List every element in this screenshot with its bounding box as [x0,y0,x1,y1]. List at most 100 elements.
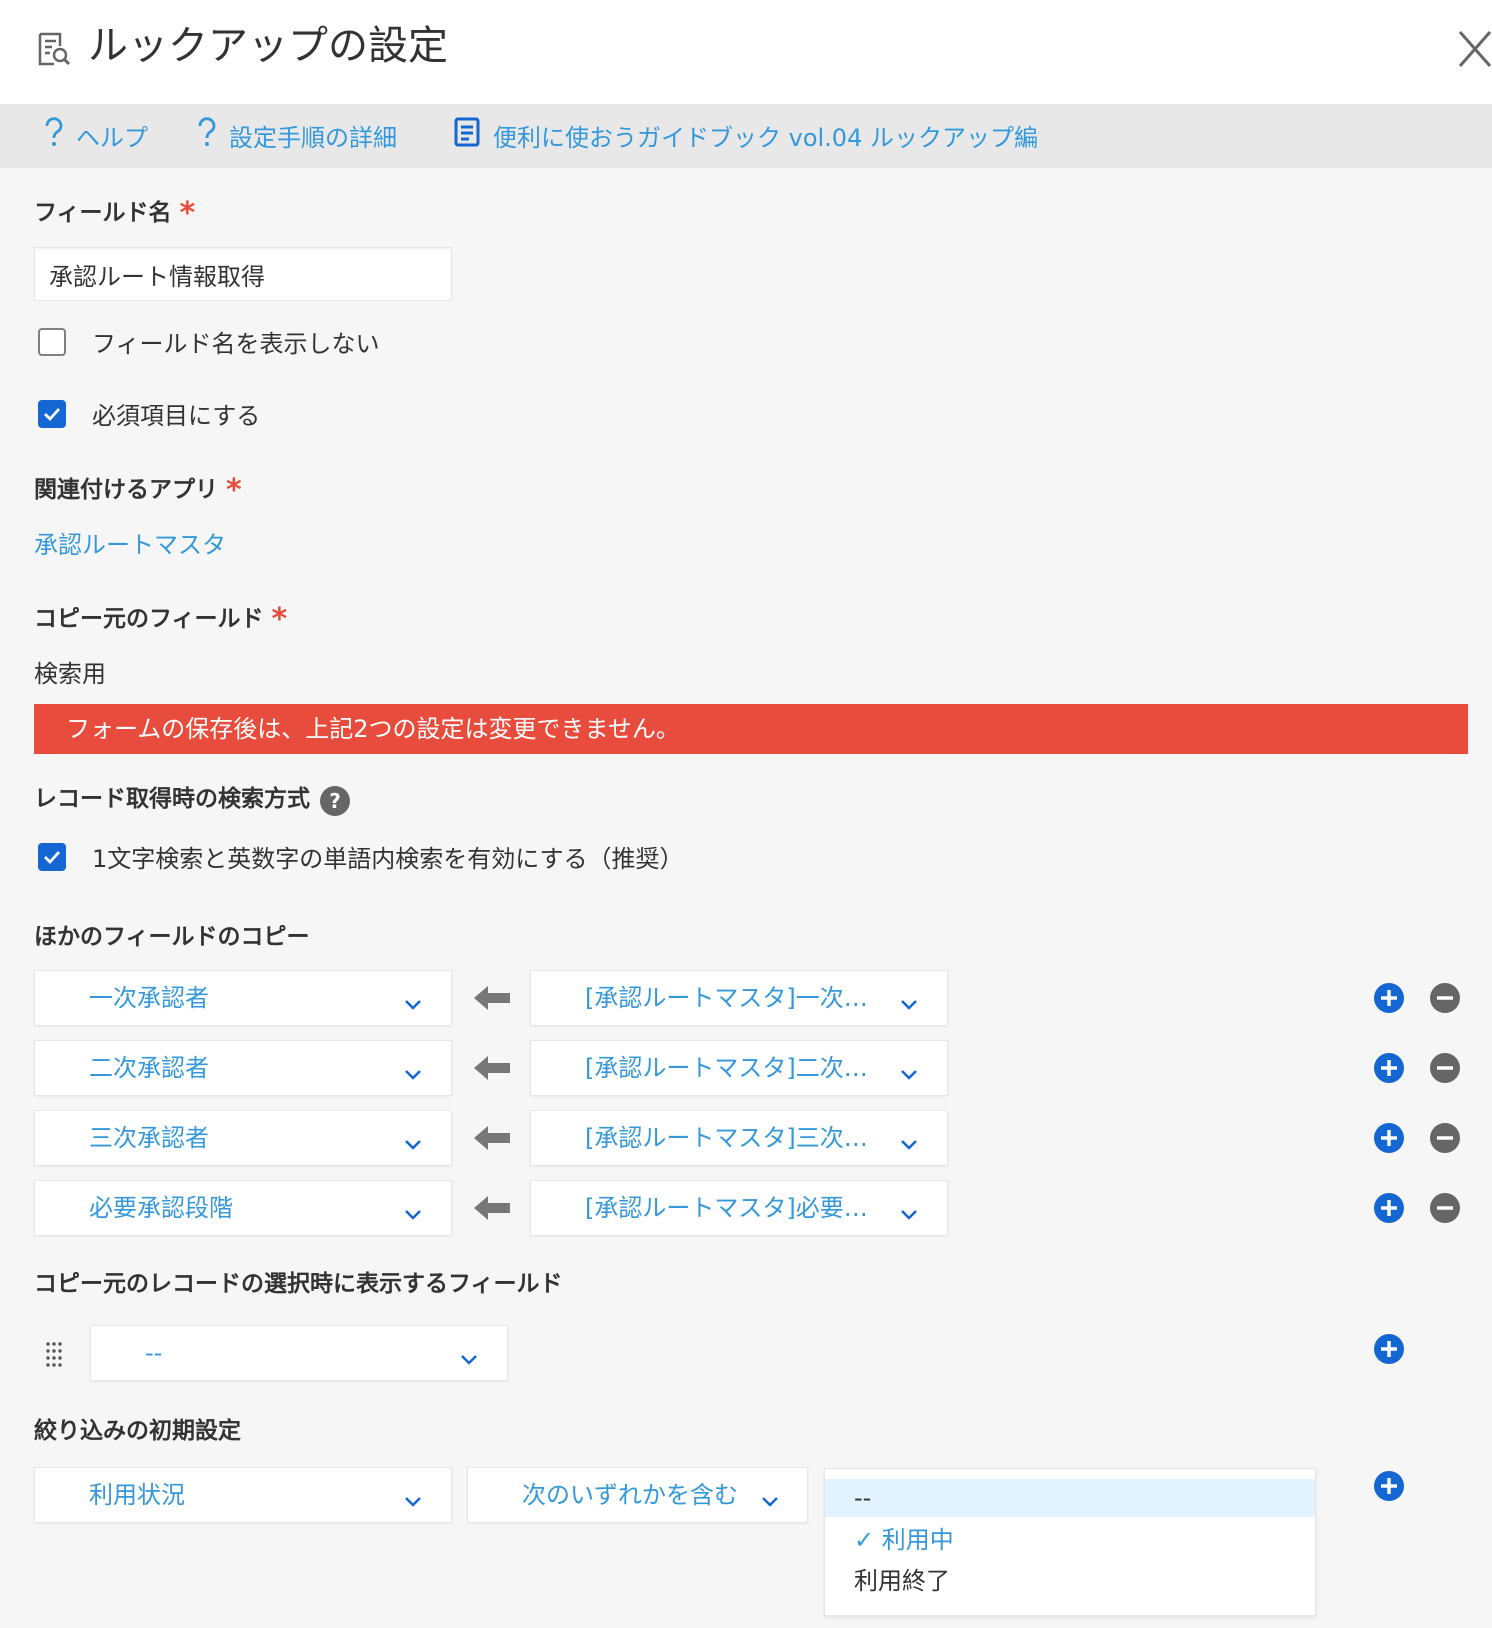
remove-row-button[interactable] [1429,1192,1461,1228]
check-icon [44,850,61,864]
warning-banner: フォームの保存後は、上記2つの設定は変更できません。 [34,704,1468,754]
display-field-select[interactable]: -- [90,1325,508,1381]
copy-source-select[interactable]: [承認ルートマスタ]必要… [530,1180,948,1236]
lookup-settings-icon [36,31,72,71]
copy-target-select[interactable]: 二次承認者 [34,1040,452,1096]
chevron-down-icon [403,1487,423,1515]
chevron-down-icon [403,990,423,1018]
setup-details-link[interactable]: 設定手順の詳細 [197,117,397,153]
search-method-label: レコード取得時の検索方式? [34,779,350,816]
arrow-left-icon [472,1194,512,1226]
option-label: 利用中 [881,1526,954,1554]
help-link-bar: ヘルプ 設定手順の詳細 便利に使おうガイドブック vol.04 ルックアップ編 [0,104,1492,168]
plus-circle-icon [1374,1334,1404,1364]
copy-source-select[interactable]: [承認ルートマスタ]一次… [530,970,948,1026]
checkbox-unchecked[interactable] [38,327,66,356]
copy-target-select[interactable]: 三次承認者 [34,1110,452,1166]
filter-condition-select[interactable]: 次のいずれかを含む [467,1467,808,1523]
filter-condition-value: 次のいずれかを含む [522,1481,738,1509]
book-icon [453,117,493,153]
close-icon[interactable] [1458,28,1492,74]
minus-circle-icon [1430,1193,1460,1223]
enable-single-char-search-label: 1文字検索と英数字の単語内検索を有効にする（推奨） [92,845,684,873]
help-icon [44,117,76,153]
arrow-left-icon [472,984,512,1016]
copy-source-value: [承認ルートマスタ]三次… [585,1124,868,1152]
minus-circle-icon [1430,1123,1460,1153]
required-field-label: 必須項目にする [92,402,261,430]
copy-target-value: 二次承認者 [89,1054,209,1082]
copy-target-select[interactable]: 一次承認者 [34,970,452,1026]
check-icon [44,407,61,421]
remove-row-button[interactable] [1429,1052,1461,1088]
checkbox-checked[interactable] [38,399,66,428]
field-name-input[interactable] [34,247,452,301]
related-app-label-text: 関連付けるアプリ [34,477,218,503]
field-name-label: フィールド名 * [34,193,196,231]
chevron-down-icon [899,1060,919,1088]
option-label: 利用終了 [854,1567,950,1595]
chevron-down-icon [899,990,919,1018]
drag-handle-icon[interactable] [45,1341,63,1373]
add-row-button[interactable] [1373,982,1405,1018]
help-icon [197,117,229,153]
guidebook-link[interactable]: 便利に使おうガイドブック vol.04 ルックアップ編 [453,117,1038,153]
enable-single-char-search-checkbox[interactable]: 1文字検索と英数字の単語内検索を有効にする（推奨） [38,839,684,874]
plus-circle-icon [1374,983,1404,1013]
add-filter-button[interactable] [1373,1470,1405,1506]
help-link[interactable]: ヘルプ [44,117,148,153]
search-method-label-text: レコード取得時の検索方式 [34,786,310,812]
chevron-down-icon [760,1487,780,1515]
copy-target-select[interactable]: 必要承認段階 [34,1180,452,1236]
related-app-link[interactable]: 承認ルートマスタ [34,525,226,560]
help-icon[interactable]: ? [320,786,350,816]
plus-circle-icon [1374,1123,1404,1153]
chevron-down-icon [403,1200,423,1228]
filter-field-select[interactable]: 利用状況 [34,1467,452,1523]
filter-label: 絞り込みの初期設定 [34,1418,241,1444]
source-field-value: 検索用 [34,660,106,688]
required-field-checkbox[interactable]: 必須項目にする [38,396,260,431]
checkbox-checked[interactable] [38,842,66,871]
guidebook-label: 便利に使おうガイドブック vol.04 ルックアップ編 [493,123,1038,152]
minus-circle-icon [1430,1053,1460,1083]
copy-source-value: [承認ルートマスタ]一次… [585,984,868,1012]
add-row-button[interactable] [1373,1192,1405,1228]
hide-field-name-checkbox[interactable]: フィールド名を表示しない [38,324,380,359]
chevron-down-icon [403,1060,423,1088]
chevron-down-icon [899,1130,919,1158]
required-mark: * [226,473,242,508]
chevron-down-icon [459,1345,479,1373]
filter-option-none[interactable]: -- [825,1479,1315,1517]
filter-option-active[interactable]: ✓ 利用中 [825,1521,1315,1559]
setup-details-label: 設定手順の詳細 [229,123,397,152]
related-app-label: 関連付けるアプリ * [34,470,242,508]
arrow-left-icon [472,1124,512,1156]
arrow-left-icon [472,1054,512,1086]
dialog-header: ルックアップの設定 [0,0,1492,104]
copy-target-value: 三次承認者 [89,1124,209,1152]
plus-circle-icon [1374,1193,1404,1223]
copy-target-value: 必要承認段階 [89,1194,233,1222]
copy-source-select[interactable]: [承認ルートマスタ]二次… [530,1040,948,1096]
remove-row-button[interactable] [1429,1122,1461,1158]
option-label: -- [854,1484,872,1512]
filter-value-listbox[interactable]: -- ✓ 利用中 利用終了 [824,1468,1316,1616]
add-display-field-button[interactable] [1373,1333,1405,1369]
source-field-label: コピー元のフィールド * [34,599,288,637]
remove-row-button[interactable] [1429,982,1461,1018]
minus-circle-icon [1430,983,1460,1013]
filter-option-ended[interactable]: 利用終了 [825,1562,1315,1600]
copy-target-value: 一次承認者 [89,984,209,1012]
chevron-down-icon [403,1130,423,1158]
copy-source-value: [承認ルートマスタ]必要… [585,1194,868,1222]
plus-circle-icon [1374,1053,1404,1083]
required-mark: * [179,196,196,231]
copy-source-select[interactable]: [承認ルートマスタ]三次… [530,1110,948,1166]
add-row-button[interactable] [1373,1122,1405,1158]
required-mark: * [271,602,288,637]
add-row-button[interactable] [1373,1052,1405,1088]
display-field-value: -- [145,1339,163,1367]
field-name-label-text: フィールド名 [34,200,172,226]
display-fields-label: コピー元のレコードの選択時に表示するフィールド [34,1271,563,1297]
